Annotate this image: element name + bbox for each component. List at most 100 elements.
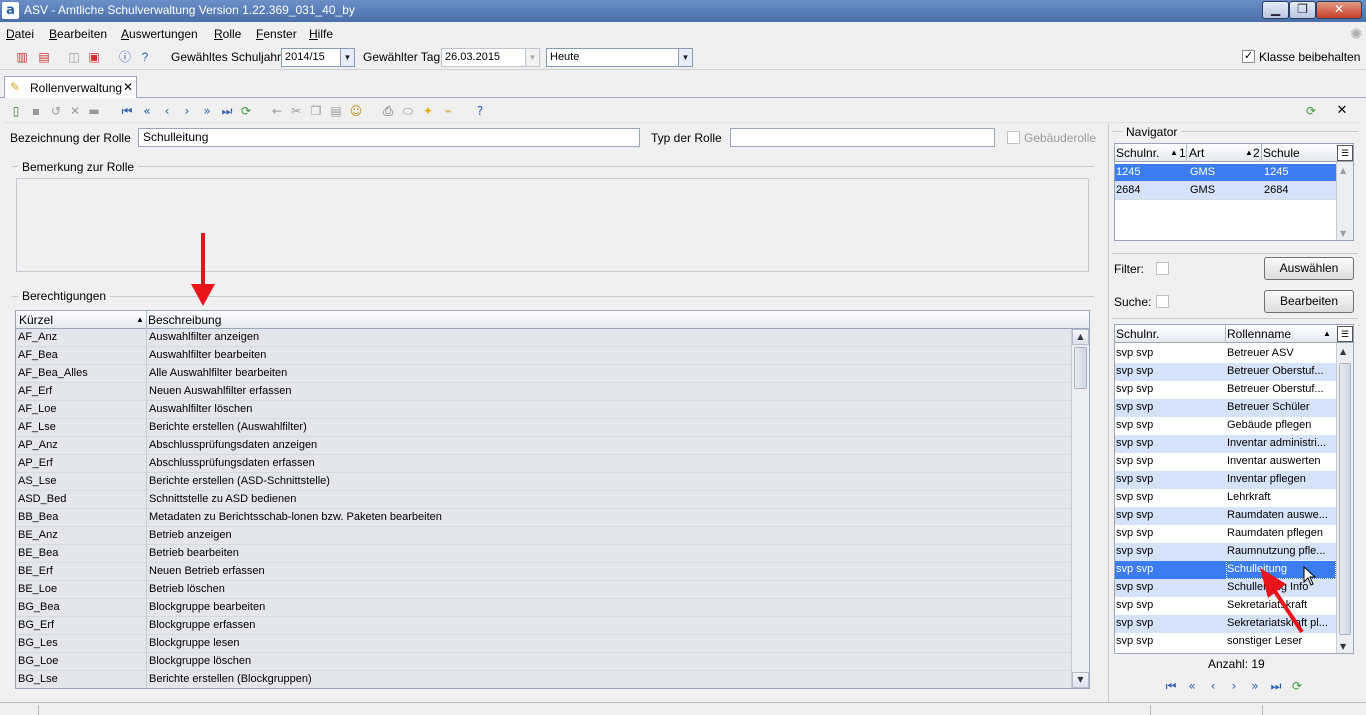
filter-checkbox[interactable] — [1156, 262, 1169, 275]
last-record-icon[interactable]: ⏭ — [1268, 678, 1284, 694]
tag-select[interactable]: 26.03.2015 ▼ — [441, 48, 540, 67]
table-row[interactable]: BG_Les Blockgruppe lesen — [16, 634, 1071, 653]
chevron-down-icon[interactable]: ▼ — [678, 49, 692, 66]
column-chooser-icon[interactable]: ☰ — [1337, 326, 1353, 342]
prev-record-icon[interactable]: ‹ — [159, 103, 175, 119]
table-row[interactable]: AF_Erf Neuen Auswahlfilter erfassen — [16, 382, 1071, 401]
comment-icon[interactable]: ▬ — [86, 103, 102, 119]
menu-fenster[interactable]: Fenster — [256, 27, 297, 41]
save-icon[interactable]: ▪ — [28, 103, 44, 119]
refresh-icon[interactable]: ⟳ — [1289, 678, 1305, 694]
users-icon[interactable]: ☺ — [348, 103, 364, 119]
book-icon[interactable]: ▥ — [14, 49, 30, 65]
next-page-icon[interactable]: » — [1247, 678, 1263, 694]
back-arrow-icon[interactable]: ← — [269, 103, 285, 119]
close-window-icon[interactable]: ▣ — [86, 49, 102, 65]
col-schulnr[interactable]: Schulnr. — [1116, 327, 1159, 341]
print-icon[interactable]: ⎙ — [380, 103, 396, 119]
table-row[interactable]: AS_Lse Berichte erstellen (ASD-Schnittste… — [16, 472, 1071, 491]
table-row[interactable]: BG_Loe Blockgruppe löschen — [16, 652, 1071, 671]
scroll-up-icon[interactable]: ▲ — [1340, 166, 1346, 175]
scroll-thumb[interactable] — [1339, 363, 1351, 635]
delete-icon[interactable]: ✕ — [67, 103, 83, 119]
sync-icon[interactable]: ⟳ — [1303, 103, 1319, 119]
table-row[interactable]: BE_Bea Betrieb bearbeiten — [16, 544, 1071, 563]
scroll-up-icon[interactable]: ▲ — [1340, 347, 1346, 356]
table-row[interactable]: BG_Erf Blockgruppe erfassen — [16, 616, 1071, 635]
menu-hilfe[interactable]: Hilfe — [309, 27, 333, 41]
table-row[interactable]: BE_Anz Betrieb anzeigen — [16, 526, 1071, 545]
role-row[interactable]: svp svp Betreuer ASV — [1115, 345, 1336, 363]
table-row[interactable]: BG_Bea Blockgruppe bearbeiten — [16, 598, 1071, 617]
scroll-thumb[interactable] — [1074, 347, 1087, 389]
col-schulnr[interactable]: Schulnr. — [1116, 146, 1159, 160]
first-record-icon[interactable]: ⏮ — [119, 103, 135, 119]
bezeichnung-input[interactable]: Schulleitung — [138, 128, 640, 147]
maximize-button[interactable]: ❐ — [1289, 1, 1316, 19]
gebaeude-checkbox[interactable] — [1007, 131, 1020, 144]
role-row[interactable]: svp svp Raumnutzung pfle... — [1115, 543, 1336, 561]
heute-select[interactable]: Heute ▼ — [546, 48, 693, 67]
chevron-down-icon[interactable]: ▼ — [525, 49, 539, 66]
bemerkung-textarea[interactable] — [16, 178, 1089, 272]
chevron-down-icon[interactable]: ▼ — [340, 49, 354, 66]
klasse-checkbox[interactable]: ✓ — [1242, 50, 1255, 63]
undo-icon[interactable]: ↺ — [48, 103, 64, 119]
bearbeiten-button[interactable]: Bearbeiten — [1264, 290, 1354, 313]
copy-window-icon[interactable]: ◫ — [66, 49, 82, 65]
close-panel-icon[interactable]: ✕ — [1334, 103, 1350, 119]
menu-auswertungen[interactable]: Auswertungen — [121, 27, 198, 41]
role-row[interactable]: svp svp sonstiger Leser — [1115, 633, 1336, 651]
menu-bearbeiten[interactable]: Bearbeiten — [49, 27, 107, 41]
next-record-icon[interactable]: › — [1226, 678, 1242, 694]
scroll-down-icon[interactable]: ▼ — [1340, 642, 1346, 651]
table-row[interactable]: BE_Erf Neuen Betrieb erfassen — [16, 562, 1071, 581]
tab-close-icon[interactable]: ✕ — [123, 80, 133, 94]
role-row[interactable]: svp svp Betreuer Oberstuf... — [1115, 363, 1336, 381]
toggle-icon[interactable]: ⬭ — [400, 103, 416, 119]
minimize-button[interactable]: ▁ — [1262, 1, 1289, 19]
suche-checkbox[interactable] — [1156, 295, 1169, 308]
tab-rollenverwaltung[interactable]: ✎ Rollenverwaltung ✕ — [4, 76, 137, 98]
table-row[interactable]: AF_Loe Auswahlfilter löschen — [16, 400, 1071, 419]
menu-datei[interactable]: Datei — [6, 27, 34, 41]
role-row[interactable]: svp svp Inventar administri... — [1115, 435, 1336, 453]
next-record-icon[interactable]: › — [179, 103, 195, 119]
close-window-button[interactable]: ✕ — [1316, 1, 1362, 19]
col-art[interactable]: Art — [1189, 146, 1204, 160]
cut-icon[interactable]: ✂ — [288, 103, 304, 119]
permissions-scrollbar[interactable]: ▲ ▼ — [1071, 329, 1089, 688]
lightbulb-icon[interactable]: ✦ — [420, 103, 436, 119]
table-row[interactable]: AF_Bea Auswahlfilter bearbeiten — [16, 346, 1071, 365]
column-chooser-icon[interactable]: ☰ — [1337, 145, 1353, 161]
copy-icon[interactable]: ❐ — [308, 103, 324, 119]
menu-rolle[interactable]: Rolle — [214, 27, 241, 41]
report-icon[interactable]: ▤ — [36, 49, 52, 65]
col-beschreibung[interactable]: Beschreibung — [148, 313, 221, 327]
navigator-row[interactable]: 2684 GMS 2684 — [1115, 182, 1336, 200]
table-row[interactable]: BB_Bea Metadaten zu Berichtsschab-lonen b… — [16, 508, 1071, 527]
broom-icon[interactable]: ⌁ — [440, 103, 456, 119]
new-record-icon[interactable]: ▯ — [8, 103, 24, 119]
table-row[interactable]: AF_Lse Berichte erstellen (Auswahlfilter) — [16, 418, 1071, 437]
last-record-icon[interactable]: ⏭ — [219, 103, 235, 119]
role-row[interactable]: svp svp Lehrkraft — [1115, 489, 1336, 507]
scroll-down-icon[interactable]: ▼ — [1072, 672, 1089, 688]
table-row[interactable]: AF_Bea_Alles Alle Auswahlfilter bearbeite… — [16, 364, 1071, 383]
role-row[interactable]: svp svp Betreuer Oberstuf... — [1115, 381, 1336, 399]
role-row[interactable]: svp svp Betreuer Schüler — [1115, 399, 1336, 417]
table-row[interactable]: BG_Lse Berichte erstellen (Blockgruppen) — [16, 670, 1071, 688]
prev-page-icon[interactable]: « — [139, 103, 155, 119]
table-row[interactable]: AP_Anz Abschlussprüfungsdaten anzeigen — [16, 436, 1071, 455]
typ-input[interactable] — [730, 128, 995, 147]
scroll-down-icon[interactable]: ▼ — [1340, 229, 1346, 238]
role-row[interactable]: svp svp Inventar auswerten — [1115, 453, 1336, 471]
paste-icon[interactable]: ▤ — [328, 103, 344, 119]
role-row[interactable]: svp svp Raumdaten pflegen — [1115, 525, 1336, 543]
roles-scrollbar[interactable]: ▲ ▼ — [1336, 343, 1353, 653]
schuljahr-select[interactable]: 2014/15 ▼ — [281, 48, 355, 67]
col-kuerzel[interactable]: Kürzel — [19, 313, 53, 327]
role-row[interactable]: svp svp Gebäude pflegen — [1115, 417, 1336, 435]
table-row[interactable]: AF_Anz Auswahlfilter anzeigen — [16, 328, 1071, 347]
prev-record-icon[interactable]: ‹ — [1205, 678, 1221, 694]
